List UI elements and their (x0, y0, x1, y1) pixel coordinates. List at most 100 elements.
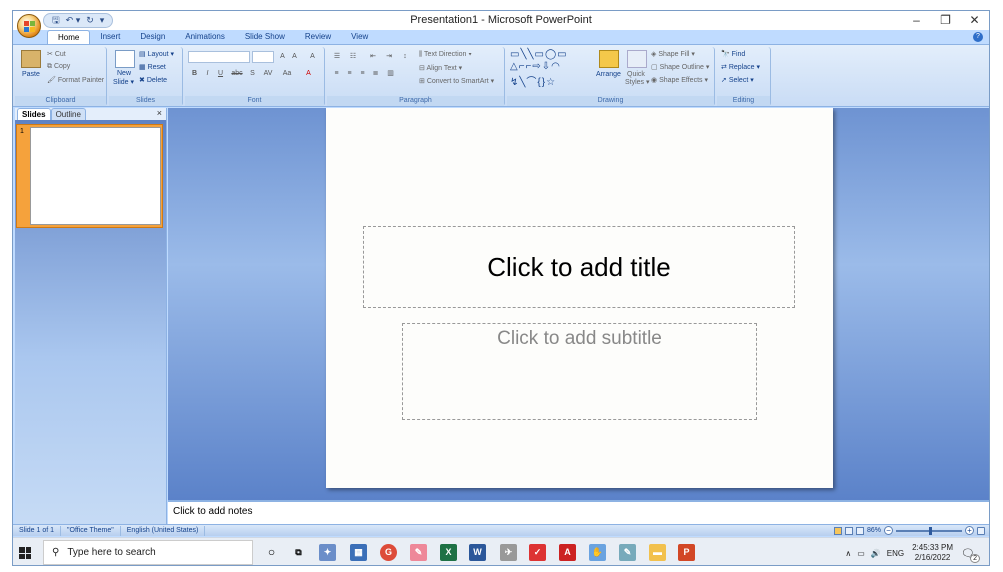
paste-button[interactable]: Paste (22, 71, 40, 78)
shapes-gallery-row2[interactable]: △⌐⌐⇨⇩◠ (510, 61, 561, 72)
normal-view-button[interactable] (833, 526, 842, 535)
arrange-icon[interactable] (599, 50, 619, 68)
zoom-slider[interactable] (896, 526, 962, 535)
quick-styles-button[interactable]: Quick (627, 71, 645, 78)
zoom-out-button[interactable]: − (884, 526, 893, 535)
calculator-icon[interactable]: ▦ (350, 544, 367, 561)
align-left-icon[interactable]: ≡ (331, 69, 342, 79)
slide-show-view-button[interactable] (855, 526, 864, 535)
new-slide-button[interactable]: New (117, 70, 131, 77)
text-shadow-button[interactable]: S (247, 69, 258, 79)
align-right-icon[interactable]: ≡ (357, 69, 368, 79)
language-indicator[interactable]: ENG (887, 549, 904, 558)
app-icon-2[interactable]: ✈ (500, 544, 517, 561)
paste-icon[interactable] (21, 50, 41, 68)
minimize-button[interactable]: – (902, 11, 931, 30)
slide-thumbnail[interactable] (30, 127, 161, 225)
app-icon-3[interactable]: ✓ (529, 544, 546, 561)
excel-icon[interactable]: X (440, 544, 457, 561)
layout-button[interactable]: ▤ Layout ▾ (139, 50, 174, 58)
paint-icon[interactable]: ✎ (410, 544, 427, 561)
align-text-button[interactable]: ⊟ Align Text ▾ (419, 64, 462, 72)
decrease-indent-icon[interactable]: ⇤ (367, 52, 379, 62)
select-button[interactable]: ➚ Select ▾ (721, 76, 754, 84)
chrome-icon[interactable]: G (380, 544, 397, 561)
taskbar-search-box[interactable]: ⚲ Type here to search (43, 540, 253, 565)
tab-review[interactable]: Review (295, 30, 341, 44)
clear-format-button[interactable]: A (307, 52, 318, 62)
notification-icon[interactable]: 🗨 2 (961, 547, 980, 563)
word-icon[interactable]: W (469, 544, 486, 561)
office-button[interactable] (17, 14, 41, 38)
increase-indent-icon[interactable]: ⇥ (383, 52, 395, 62)
acrobat-icon[interactable]: A (559, 544, 576, 561)
align-center-icon[interactable]: ≡ (344, 69, 355, 79)
tab-insert[interactable]: Insert (90, 30, 130, 44)
slide-canvas[interactable]: Click to add title Click to add subtitle (326, 108, 833, 488)
language-status[interactable]: English (United States) (121, 525, 206, 536)
font-name-field[interactable] (188, 51, 250, 63)
underline-button[interactable]: U (215, 69, 226, 79)
copy-button[interactable]: ⧉ Copy (47, 63, 70, 71)
text-direction-button[interactable]: ⫼ Text Direction ▾ (419, 51, 472, 59)
font-color-button[interactable]: A (303, 69, 314, 79)
zoom-level[interactable]: 86% (867, 527, 881, 534)
slide-sorter-view-button[interactable] (844, 526, 853, 535)
new-slide-icon[interactable] (115, 50, 135, 68)
show-hidden-icons-icon[interactable]: ∧ (845, 549, 851, 558)
restore-button[interactable]: ❐ (931, 11, 960, 30)
bullets-icon[interactable]: ☰ (331, 52, 343, 62)
shapes-gallery-row3[interactable]: ↯╲⌒{}☆ (510, 73, 556, 88)
tab-animations[interactable]: Animations (175, 30, 235, 44)
network-icon[interactable]: ▭ (857, 549, 865, 558)
help-icon[interactable]: ? (973, 32, 983, 42)
delete-button[interactable]: ✖ Delete (139, 76, 167, 84)
replace-button[interactable]: ⇄ Replace ▾ (721, 63, 760, 71)
task-view-icon[interactable]: ⧉ (290, 544, 307, 561)
numbering-icon[interactable]: ☷ (347, 52, 359, 62)
quick-styles-icon[interactable] (627, 50, 647, 68)
grow-font-button[interactable]: A (277, 52, 288, 62)
bold-button[interactable]: B (189, 69, 200, 79)
close-button[interactable]: ✕ (960, 11, 989, 30)
quick-styles-dropdown[interactable]: Styles ▾ (625, 78, 650, 86)
change-case-button[interactable]: Aa (280, 69, 294, 79)
convert-smartart-button[interactable]: ⊞ Convert to SmartArt ▾ (419, 77, 494, 85)
file-explorer-icon[interactable]: ▬ (649, 544, 666, 561)
fit-to-window-button[interactable] (977, 526, 985, 535)
app-icon-5[interactable]: ✎ (619, 544, 636, 561)
app-icon-1[interactable]: ✦ (319, 544, 336, 561)
shape-outline-button[interactable]: ▢ Shape Outline ▾ (651, 63, 709, 71)
character-spacing-button[interactable]: AV (261, 69, 275, 79)
shapes-gallery[interactable]: ▭╲╲▭◯▭ (510, 49, 568, 60)
subtitle-placeholder[interactable]: Click to add subtitle (402, 323, 757, 420)
tab-slide-show[interactable]: Slide Show (235, 30, 295, 44)
tab-design[interactable]: Design (130, 30, 175, 44)
columns-icon[interactable]: ▥ (385, 69, 396, 79)
tab-home[interactable]: Home (47, 30, 91, 44)
zoom-in-button[interactable]: + (965, 526, 974, 535)
clock[interactable]: 2:45:33 PM 2/16/2022 (912, 543, 953, 563)
line-spacing-icon[interactable]: ↕ (399, 52, 411, 62)
cortana-icon[interactable]: ○ (263, 544, 280, 561)
powerpoint-icon[interactable]: P (678, 544, 695, 561)
tab-outline[interactable]: Outline (50, 108, 86, 120)
tab-view[interactable]: View (341, 30, 378, 44)
notes-pane[interactable]: Click to add notes (168, 500, 989, 524)
justify-icon[interactable]: ≣ (370, 69, 381, 79)
slide-thumbnail-selected[interactable]: 1 (16, 124, 163, 228)
strikethrough-button[interactable]: abc (229, 69, 245, 79)
format-painter-button[interactable]: 🖌 Format Painter (47, 76, 104, 84)
shrink-font-button[interactable]: A (289, 52, 300, 62)
italic-button[interactable]: I (202, 69, 213, 79)
shape-fill-button[interactable]: ◈ Shape Fill ▾ (651, 50, 695, 58)
close-pane-icon[interactable]: × (157, 108, 162, 118)
windows-start-icon[interactable] (19, 547, 31, 559)
arrange-button[interactable]: Arrange (596, 71, 621, 78)
title-placeholder[interactable]: Click to add title (363, 226, 795, 308)
app-icon-4[interactable]: ✋ (589, 544, 606, 561)
reset-button[interactable]: ▦ Reset (139, 63, 166, 71)
find-button[interactable]: 🔭 Find (721, 50, 745, 58)
tab-slides[interactable]: Slides (17, 108, 51, 120)
new-slide-dropdown[interactable]: Slide ▾ (113, 78, 134, 86)
